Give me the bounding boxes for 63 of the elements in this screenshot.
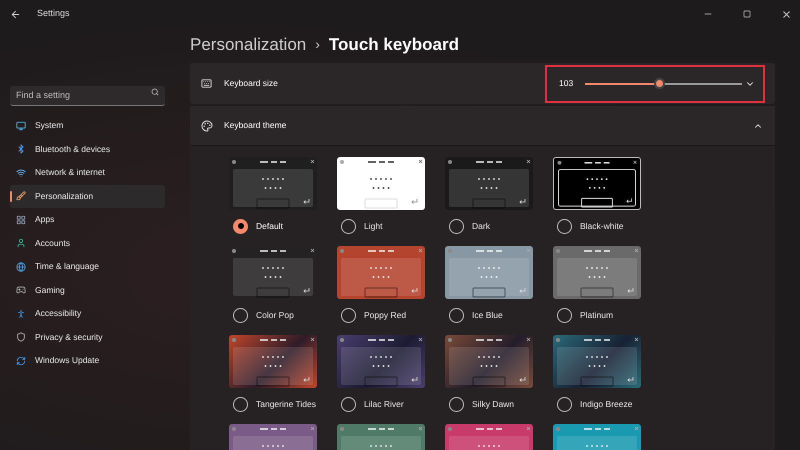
refresh-icon [16, 356, 26, 366]
person-icon [16, 238, 26, 248]
maximize-icon[interactable] [743, 10, 751, 18]
page-title: Touch keyboard [328, 34, 459, 56]
nav-item[interactable]: System [10, 114, 165, 138]
slider-value: 103 [559, 77, 574, 90]
radio-button[interactable] [557, 218, 572, 234]
gamepad-icon [16, 285, 26, 296]
brush-icon [16, 191, 26, 202]
bluetooth-icon [16, 144, 26, 154]
shield-icon [16, 332, 26, 342]
nav-item[interactable]: Gaming [10, 278, 165, 302]
nav-item[interactable]: Accounts [10, 232, 165, 255]
close-icon[interactable] [781, 8, 792, 20]
radio-button[interactable] [341, 308, 356, 322]
palette-icon [201, 120, 213, 132]
theme-label: Lilac River [364, 398, 404, 410]
keyboard-preview[interactable] [553, 157, 641, 210]
radio-button[interactable] [557, 308, 572, 322]
grid-icon [16, 214, 26, 225]
theme-label: Ice Blue [472, 308, 503, 322]
setting-label: Keyboard size [224, 77, 278, 90]
radio-button[interactable] [233, 218, 248, 234]
wifi-icon [16, 168, 26, 178]
radio-button[interactable] [341, 396, 356, 412]
theme-label: Light [364, 220, 382, 232]
theme-label: Platinum [580, 308, 614, 322]
theme-label: Poppy Red [364, 308, 406, 322]
nav-item[interactable]: Apps [10, 208, 165, 232]
nav-item[interactable]: Personalization [10, 184, 165, 208]
nav-item[interactable]: Windows Update [10, 349, 165, 372]
theme-label: Indigo Breeze [580, 398, 632, 410]
theme-label: Color Pop [256, 308, 294, 322]
radio-button[interactable] [449, 308, 464, 322]
theme-label: Silky Dawn [472, 398, 514, 410]
search-field[interactable]: Find a setting [10, 86, 165, 106]
radio-button[interactable] [233, 308, 248, 322]
nav-item[interactable]: Time & language [10, 255, 165, 278]
radio-button[interactable] [233, 396, 248, 412]
search-icon[interactable] [151, 88, 159, 96]
breadcrumb-separator: › [315, 35, 320, 54]
radio-button[interactable] [449, 396, 464, 412]
theme-label: Dark [472, 220, 490, 232]
window-title: Settings [37, 7, 70, 20]
radio-button[interactable] [449, 218, 464, 234]
setting-label: Keyboard theme [224, 119, 286, 132]
monitor-icon [16, 120, 26, 131]
nav-item[interactable]: Privacy & security [10, 326, 165, 349]
nav-item[interactable]: Bluetooth & devices [10, 138, 165, 161]
nav-item[interactable]: Network & internet [10, 161, 165, 184]
globe-icon [16, 262, 26, 272]
back-icon[interactable] [10, 8, 21, 20]
theme-label: Tangerine Tides [256, 398, 316, 410]
theme-label: Black-white [580, 220, 624, 232]
breadcrumb-parent[interactable]: Personalization [190, 32, 306, 58]
radio-button[interactable] [557, 396, 572, 412]
nav-item[interactable]: Accessibility [10, 302, 165, 326]
keyboard-icon [201, 78, 212, 89]
accessibility-icon [16, 308, 26, 319]
theme-label: Default [256, 220, 283, 232]
selection-indicator [10, 190, 12, 202]
radio-button[interactable] [341, 218, 356, 234]
slider-thumb[interactable] [654, 78, 666, 89]
